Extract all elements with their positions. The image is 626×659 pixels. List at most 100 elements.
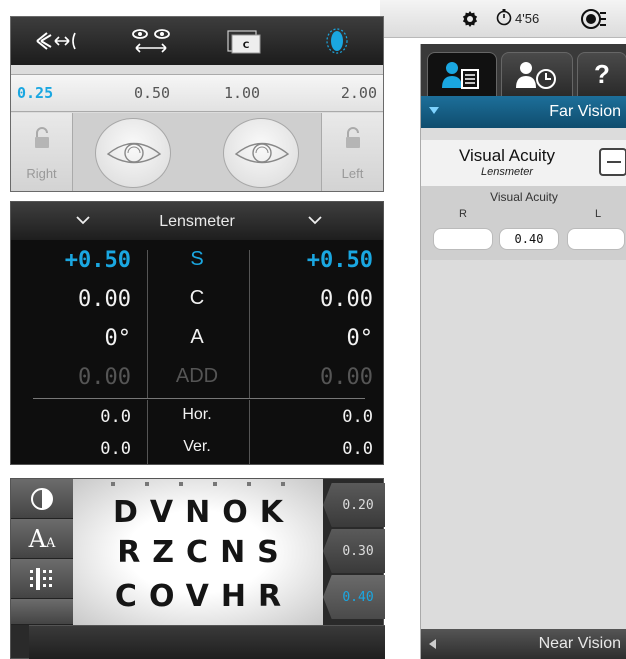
block-header: Visual Acuity: [490, 190, 558, 204]
chart-card-tool-button[interactable]: C: [197, 17, 290, 65]
lensmeter-panel: Lensmeter +0.50 S +0.50 0.00 C 0.00 0° A…: [10, 201, 384, 465]
lens-icon: [325, 28, 348, 54]
right-eye-lock-button[interactable]: Right: [11, 113, 73, 191]
sphere-right-value[interactable]: +0.50: [11, 248, 131, 273]
acuity-chart: DVNOK RZCNS COVHR: [73, 479, 323, 625]
text-size-large-letter: A: [28, 524, 46, 553]
acuity-binocular-field[interactable]: 0.40: [499, 228, 559, 250]
lens-tool-button[interactable]: [290, 17, 383, 65]
ver-right-value[interactable]: 0.0: [11, 439, 131, 459]
cylinder-left-value[interactable]: 0.00: [241, 287, 373, 312]
test-panel: ? Far Vision Visual Acuity Lensmeter Vis…: [420, 44, 626, 659]
pd-tool-button[interactable]: [104, 17, 197, 65]
chart-panel: AA DVNOK RZCNS COVHR 0.20 0.30 0.40: [10, 478, 385, 659]
test-tabs: ?: [421, 44, 626, 96]
lensmeter-header: Lensmeter: [11, 202, 383, 240]
near-vision-label: Near Vision: [538, 635, 621, 652]
left-eye-lock-button[interactable]: Left: [321, 113, 383, 191]
test-subtitle: Lensmeter: [481, 166, 533, 178]
patient-history-icon: [516, 61, 556, 89]
cylinder-row: 0.00 C 0.00: [11, 282, 383, 322]
add-right-value[interactable]: 0.00: [11, 365, 131, 390]
eye-selector: Right Left: [11, 113, 383, 191]
chart-line[interactable]: COVHR: [73, 579, 323, 614]
hor-left-value[interactable]: 0.0: [241, 407, 373, 427]
sphere-row: +0.50 S +0.50: [11, 243, 383, 283]
chart-line[interactable]: RZCNS: [73, 535, 323, 570]
step-option[interactable]: 2.00: [287, 75, 383, 111]
right-eye-button[interactable]: [95, 118, 171, 188]
unlock-icon: [322, 127, 383, 149]
timer-value: 4'56: [515, 11, 540, 26]
ver-label: Ver.: [183, 438, 211, 455]
chart-footer-bar: [29, 625, 385, 659]
acuity-left-field[interactable]: [567, 228, 625, 250]
hor-label: Hor.: [182, 406, 212, 423]
acuity-tab[interactable]: 0.30: [323, 529, 385, 573]
left-eye-button[interactable]: [223, 118, 299, 188]
eye-icon: [234, 142, 290, 164]
left-eye-label: Left: [341, 166, 364, 181]
control-panel: C 0.25 0.50 1.00 2.00 Right Left: [10, 16, 384, 192]
chevron-down-icon[interactable]: [305, 210, 325, 230]
eye-icon: [106, 142, 162, 164]
step-selector: 0.25 0.50 1.00 2.00: [11, 74, 383, 112]
mode-toolbar: C: [11, 17, 383, 65]
step-option[interactable]: 0.50: [107, 75, 197, 111]
patient-record-icon: [442, 61, 479, 89]
text-size-icon: AA: [29, 525, 56, 553]
ver-left-value[interactable]: 0.0: [241, 439, 373, 459]
test-header: Visual Acuity Lensmeter: [421, 140, 626, 186]
near-vision-section[interactable]: Near Vision: [421, 629, 626, 659]
distance-icon: [35, 32, 76, 50]
sphere-left-value[interactable]: +0.50: [241, 248, 373, 273]
triangle-down-icon: [429, 107, 439, 114]
distance-tool-button[interactable]: [11, 17, 104, 65]
visual-acuity-block: Visual Acuity R L 0.40: [421, 186, 626, 260]
gear-icon[interactable]: [460, 9, 480, 29]
add-left-value[interactable]: 0.00: [241, 365, 373, 390]
lensmeter-title: Lensmeter: [159, 213, 235, 230]
status-strip: 4'56: [380, 0, 626, 38]
eyes-area: [73, 113, 321, 191]
acuity-tab-active[interactable]: 0.40: [323, 575, 385, 619]
empty-side-slot: [11, 599, 73, 625]
unlock-icon: [11, 127, 72, 149]
step-option[interactable]: 1.00: [197, 75, 287, 111]
chart-line[interactable]: DVNOK: [73, 495, 323, 530]
sphere-label: S: [190, 248, 204, 270]
tab-help[interactable]: ?: [577, 52, 626, 96]
text-size-small-letter: A: [45, 535, 56, 551]
record-menu-icon[interactable]: [580, 7, 606, 31]
chart-pattern-button[interactable]: [11, 559, 73, 599]
right-eye-label: Right: [26, 166, 57, 181]
add-label: ADD: [175, 365, 219, 387]
axis-label: A: [190, 326, 204, 348]
timer[interactable]: 4'56: [495, 8, 539, 29]
axis-row: 0° A 0°: [11, 321, 383, 361]
step-option[interactable]: 0.25: [11, 75, 107, 111]
svg-text:C: C: [242, 41, 249, 51]
tab-patient-record[interactable]: [427, 52, 497, 96]
axis-left-value[interactable]: 0°: [241, 326, 374, 351]
cylinder-right-value[interactable]: 0.00: [11, 287, 131, 312]
right-eye-col-label: R: [459, 208, 467, 220]
acuity-tab[interactable]: 0.20: [323, 483, 385, 527]
grid-pattern-icon: [30, 567, 52, 590]
chart-marker-dots: [73, 482, 323, 486]
contrast-icon: [31, 487, 53, 510]
contrast-button[interactable]: [11, 479, 73, 519]
far-vision-label: Far Vision: [549, 103, 621, 120]
left-eye-col-label: L: [595, 208, 602, 220]
tab-history[interactable]: [501, 52, 573, 96]
collapse-button[interactable]: [599, 148, 626, 176]
text-size-button[interactable]: AA: [11, 519, 73, 559]
axis-right-value[interactable]: 0°: [11, 326, 132, 351]
triangle-left-icon: [429, 639, 436, 649]
acuity-right-field[interactable]: [433, 228, 493, 250]
eyes-distance-icon: [131, 29, 170, 53]
test-title: Visual Acuity: [458, 146, 556, 165]
hor-right-value[interactable]: 0.0: [11, 407, 131, 427]
far-vision-section[interactable]: Far Vision: [421, 96, 626, 128]
help-icon: ?: [594, 59, 610, 89]
